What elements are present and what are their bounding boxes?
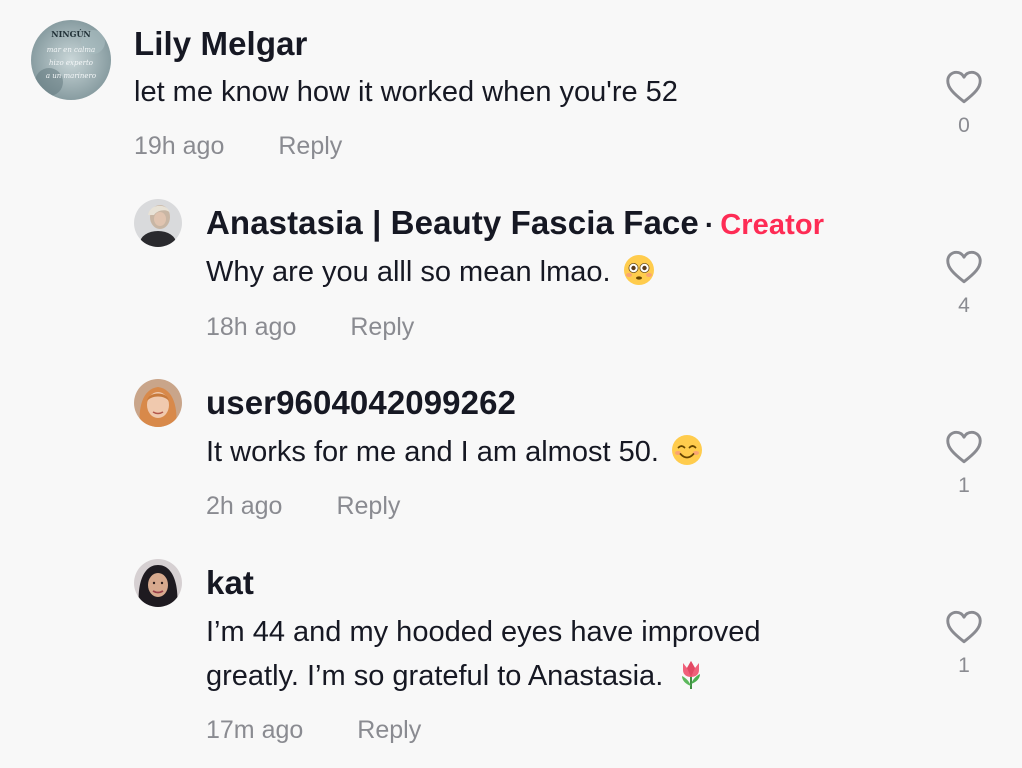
comment-meta: 19h ago Reply: [134, 131, 342, 161]
avatar-text: mar en calma: [47, 46, 95, 54]
comment-text: It works for me and I am almost 50.: [206, 430, 703, 474]
reply-button[interactable]: Reply: [350, 313, 414, 341]
username-text[interactable]: Anastasia | Beauty Fascia Face: [206, 204, 699, 241]
avatar-text: a un marinero: [46, 72, 96, 80]
comment-text-content: Why are you alll so mean lmao.: [206, 256, 611, 288]
comment-meta: 2h ago Reply: [206, 491, 400, 521]
like-button[interactable]: 1: [940, 430, 988, 498]
comment-username[interactable]: Lily Melgar: [134, 24, 307, 64]
avatar[interactable]: NINGÚN mar en calma hizo experto a un ma…: [31, 20, 111, 100]
comment-text-line-wrap: greatly. I’m so grateful to Anastasia.: [206, 654, 906, 698]
comment-text-line: I’m 44 and my hooded eyes have improved: [206, 616, 761, 648]
comment-text: let me know how it worked when you're 52: [134, 76, 678, 108]
comment-timestamp: 2h ago: [206, 492, 283, 520]
reply-button[interactable]: Reply: [336, 492, 400, 520]
comment-meta: 18h ago Reply: [206, 312, 414, 342]
like-button[interactable]: 0: [940, 70, 988, 138]
creator-badge: Creator: [720, 209, 825, 241]
smiling-face-emoji: [671, 435, 702, 465]
like-button[interactable]: 4: [940, 250, 988, 318]
flushed-face-emoji: [623, 255, 654, 285]
comment-username[interactable]: Anastasia | Beauty Fascia Face · Creator: [206, 203, 824, 245]
reply-button[interactable]: Reply: [278, 132, 342, 160]
avatar-text: hizo experto: [49, 59, 93, 67]
badge-separator: ·: [704, 209, 715, 240]
avatar[interactable]: [134, 379, 182, 427]
like-count: 1: [958, 474, 970, 497]
like-count: 1: [958, 654, 970, 677]
heart-icon: [946, 610, 982, 644]
like-count: 4: [958, 294, 970, 317]
comment-timestamp: 18h ago: [206, 313, 297, 341]
comment-timestamp: 17m ago: [206, 716, 304, 744]
heart-icon: [946, 250, 982, 284]
avatar[interactable]: [134, 199, 182, 247]
like-count: 0: [958, 114, 970, 137]
comment-text-line: greatly. I’m so grateful to Anastasia.: [206, 660, 664, 692]
comment-username[interactable]: kat: [206, 563, 254, 603]
tulip-emoji: [682, 661, 701, 689]
comment-text: Why are you alll so mean lmao.: [206, 250, 655, 294]
like-button[interactable]: 1: [940, 610, 988, 678]
comment-text-content: It works for me and I am almost 50.: [206, 436, 659, 468]
comment-meta: 17m ago Reply: [206, 715, 421, 745]
comment-username[interactable]: user9604042099262: [206, 383, 516, 423]
heart-icon: [946, 70, 982, 104]
comment-thread: NINGÚN mar en calma hizo experto a un ma…: [0, 0, 1022, 768]
comment-text: I’m 44 and my hooded eyes have improved …: [206, 610, 906, 698]
comment-timestamp: 19h ago: [134, 132, 225, 160]
avatar-text: NINGÚN: [51, 29, 91, 39]
heart-icon: [946, 430, 982, 464]
avatar[interactable]: [134, 559, 182, 607]
reply-button[interactable]: Reply: [357, 716, 421, 744]
